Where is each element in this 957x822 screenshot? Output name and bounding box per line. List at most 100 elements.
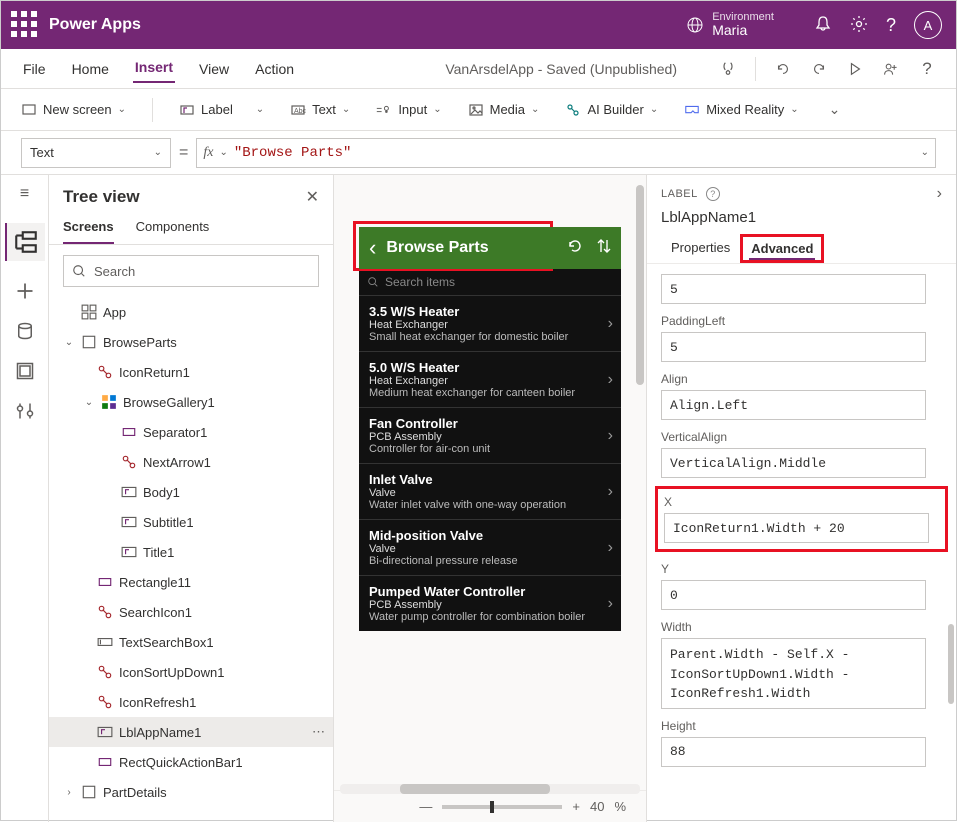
brand-name: Power Apps [49,16,141,34]
close-icon[interactable]: ✕ [306,187,319,207]
sort-icon[interactable] [597,238,611,259]
prop-height-input[interactable]: 88 [661,737,926,767]
tree-node-partdetails[interactable]: ›PartDetails [49,777,333,807]
property-selector[interactable]: Text ⌄ [21,138,171,168]
app-checker-icon[interactable] [719,61,737,77]
screen-icon [81,784,97,800]
text-label: Text [312,102,336,117]
zoom-in-button[interactable]: + [572,799,580,814]
zoom-slider[interactable] [442,805,562,809]
tree-node-screen[interactable]: ⌄BrowseParts [49,327,333,357]
prop-y-label: Y [661,562,942,576]
menu-home[interactable]: Home [70,57,111,81]
rail-data-icon[interactable] [15,321,35,341]
formula-input[interactable]: "Browse Parts" [234,145,915,161]
rail-tree-view-icon[interactable] [5,223,45,261]
help-icon-2[interactable]: ? [918,59,936,79]
tab-screens[interactable]: Screens [63,219,114,244]
prop-align-input[interactable]: Align.Left [661,390,926,420]
prop-y-input[interactable]: 0 [661,580,926,610]
prop-padding-top-input[interactable]: 5 [661,274,926,304]
tree-node-iconreturn[interactable]: IconReturn1 [49,357,333,387]
prop-width-input[interactable]: Parent.Width - Self.X - IconSortUpDown1.… [661,638,926,709]
rail-advanced-icon[interactable] [15,401,35,421]
prop-x-input[interactable]: IconReturn1.Width + 20 [664,513,929,543]
tab-properties[interactable]: Properties [661,234,740,263]
label-button[interactable]: Label ⌄ [179,102,264,118]
part-list-item[interactable]: Pumped Water ControllerPCB AssemblyWater… [359,575,621,631]
chevron-down-icon: ⌄ [219,147,227,158]
prop-paddingleft-input[interactable]: 5 [661,332,926,362]
props-scrollbar[interactable] [948,624,954,704]
tree-node-iconrefresh[interactable]: IconRefresh1 [49,687,333,717]
tree-node-textsearch[interactable]: TextSearchBox1 [49,627,333,657]
tree-node-app[interactable]: App [49,297,333,327]
preview-search[interactable]: Search items [359,269,621,295]
ai-button[interactable]: AI Builder ⌄ [565,102,658,118]
part-list-item[interactable]: 3.5 W/S HeaterHeat ExchangerSmall heat e… [359,295,621,351]
tree-node-rectangle[interactable]: Rectangle11 [49,567,333,597]
tree-node-nextarrow[interactable]: NextArrow1 [49,447,333,477]
media-button[interactable]: Media ⌄ [468,102,540,118]
search-placeholder: Search [94,264,135,279]
equals-sign: = [179,144,188,162]
refresh-icon[interactable] [567,238,583,259]
tree-node-title[interactable]: Title1 [49,537,333,567]
menu-insert[interactable]: Insert [133,55,175,83]
ribbon-overflow-icon[interactable]: ⌄ [829,101,841,118]
help-icon[interactable]: ? [886,15,896,36]
user-avatar[interactable]: A [914,11,942,39]
tree-node-rectquick[interactable]: RectQuickActionBar1 [49,747,333,777]
chevron-right-icon: › [608,427,613,445]
tree-node-body[interactable]: Body1 [49,477,333,507]
tree-node-subtitle[interactable]: Subtitle1 [49,507,333,537]
formula-expand-icon[interactable]: ⌄ [921,147,929,158]
new-screen-button[interactable]: New screen ⌄ [21,102,126,118]
highlight-box-x: X IconReturn1.Width + 20 [655,486,948,552]
mr-button[interactable]: Mixed Reality ⌄ [684,102,798,118]
hamburger-icon[interactable]: ≡ [15,185,35,203]
canvas-hscrollbar[interactable] [340,784,640,794]
redo-icon[interactable] [810,61,828,77]
tree-node-iconsort[interactable]: IconSortUpDown1 [49,657,333,687]
chevron-down-icon: ⌄ [433,104,441,115]
tree-node-gallery[interactable]: ⌄BrowseGallery1 [49,387,333,417]
more-icon[interactable]: ⋯ [312,724,325,740]
tree-node-searchicon[interactable]: SearchIcon1 [49,597,333,627]
input-button[interactable]: Input ⌄ [376,102,441,118]
expand-icon[interactable]: › [937,185,942,203]
undo-icon[interactable] [774,61,792,77]
menu-view[interactable]: View [197,57,231,81]
text-button[interactable]: Abc Text ⌄ [290,102,350,118]
app-launcher-icon[interactable] [9,9,41,41]
group-icon [97,364,113,380]
tab-components[interactable]: Components [136,219,210,244]
formula-input-wrap[interactable]: fx⌄ "Browse Parts" ⌄ [196,138,936,168]
rail-insert-icon[interactable] [15,281,35,301]
prop-valign-input[interactable]: VerticalAlign.Middle [661,448,926,478]
part-list-item[interactable]: Inlet ValveValveWater inlet valve with o… [359,463,621,519]
part-list-item[interactable]: 5.0 W/S HeaterHeat ExchangerMedium heat … [359,351,621,407]
tab-advanced[interactable]: Advanced [740,234,824,263]
menu-file[interactable]: File [21,57,48,81]
input-icon [376,102,392,118]
prop-valign-label: VerticalAlign [661,430,942,444]
phone-preview[interactable]: ‹ Browse Parts Search items 3.5 W/S Heat… [359,227,621,631]
environment-selector[interactable]: Environment Maria [686,11,774,38]
part-list-item[interactable]: Mid-position ValveValveBi-directional pr… [359,519,621,575]
info-icon[interactable]: ? [706,187,720,201]
rail-media-icon[interactable] [15,361,35,381]
tree-node-lblappname[interactable]: LblAppName1⋯ [49,717,333,747]
back-icon[interactable]: ‹ [369,235,376,261]
zoom-out-button[interactable]: — [419,799,432,814]
left-rail: ≡ [1,175,49,822]
settings-gear-icon[interactable] [850,15,868,36]
play-icon[interactable] [846,61,864,77]
notifications-icon[interactable] [814,15,832,36]
share-icon[interactable] [882,61,900,77]
chevron-right-icon: › [608,595,613,613]
menu-action[interactable]: Action [253,57,296,81]
tree-node-separator[interactable]: Separator1 [49,417,333,447]
part-list-item[interactable]: Fan ControllerPCB AssemblyController for… [359,407,621,463]
tree-search-input[interactable]: Search [63,255,319,287]
